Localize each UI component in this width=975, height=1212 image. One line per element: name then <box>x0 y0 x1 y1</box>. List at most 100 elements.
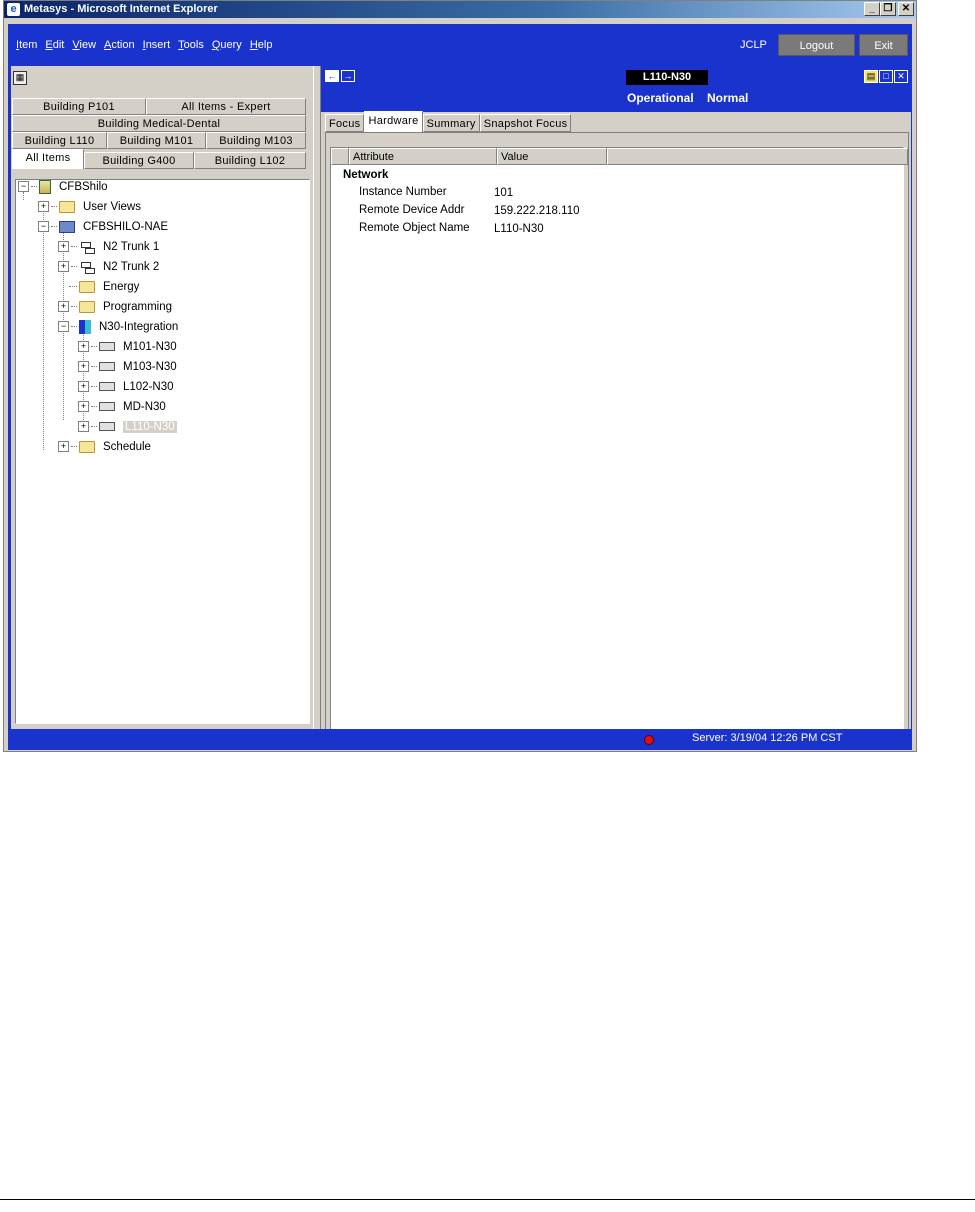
close-panel-icon[interactable]: ✕ <box>894 70 908 83</box>
attribute-label: Remote Object Name <box>359 222 470 234</box>
attribute-value[interactable]: 159.222.218.110 <box>494 203 579 219</box>
tree-node-m103-n30[interactable]: + M103-N30 <box>78 358 177 376</box>
grid-header-spacer <box>331 148 349 165</box>
operational-status: Operational <box>627 91 694 105</box>
bottom-status-bar: Server: 3/19/04 12:26 PM CST <box>8 729 912 750</box>
expand-icon[interactable]: + <box>78 361 89 373</box>
folder-icon <box>59 200 75 213</box>
object-title: L110-N30 <box>626 70 708 85</box>
display-pane: ← → L110-N30 ▤ □ ✕ Operational Normal Fo… <box>321 66 911 747</box>
menu-item-query[interactable]: Query <box>212 39 242 51</box>
close-button[interactable]: ✕ <box>898 2 914 16</box>
nav-tab-row-3: Building L110 Building M101 Building M10… <box>12 132 306 149</box>
tab-hardware[interactable]: Hardware <box>364 111 423 132</box>
menu-item-tools[interactable]: Tools <box>178 39 204 51</box>
column-header-value[interactable]: Value <box>497 148 607 165</box>
attribute-label: Instance Number <box>359 186 447 198</box>
collapse-icon[interactable]: − <box>18 181 29 193</box>
tree-node-l102-n30[interactable]: + L102-N30 <box>78 378 174 396</box>
tree-node-user-views[interactable]: + User Views <box>38 198 141 216</box>
tab-building-g400[interactable]: Building G400 <box>84 152 194 169</box>
lock-panel-icon[interactable]: ▤ <box>864 70 878 83</box>
back-arrow-icon[interactable]: ← <box>325 70 339 82</box>
expand-icon[interactable]: + <box>58 301 69 313</box>
exit-button[interactable]: Exit <box>859 34 908 56</box>
object-status-bar: Operational Normal <box>321 88 911 112</box>
tree-node-programming[interactable]: + Programming <box>58 298 172 316</box>
tab-all-items-expert[interactable]: All Items - Expert <box>146 98 306 115</box>
collapse-icon[interactable]: − <box>38 221 49 233</box>
menu-item-edit[interactable]: Edit <box>45 39 64 51</box>
tab-building-m103[interactable]: Building M103 <box>206 132 306 149</box>
tree-connector <box>43 210 44 450</box>
pane-splitter[interactable] <box>313 66 321 729</box>
expand-icon[interactable]: + <box>58 241 69 253</box>
tab-building-l110[interactable]: Building L110 <box>12 132 107 149</box>
minimize-button[interactable]: _ <box>864 2 880 16</box>
controller-icon <box>99 362 115 372</box>
column-header-attribute[interactable]: Attribute <box>349 148 497 165</box>
network-trunk-icon <box>79 241 95 254</box>
window-titlebar[interactable]: e Metasys - Microsoft Internet Explorer … <box>4 1 916 18</box>
menu-bar: Item Edit View Action Insert Tools Query… <box>8 24 912 64</box>
tab-building-l102[interactable]: Building L102 <box>194 152 306 169</box>
building-icon <box>39 179 51 194</box>
menu-item-item[interactable]: Item <box>16 39 37 51</box>
object-tree: − CFBShilo + User Views − CFBSHILO-NAE + N2 … <box>15 179 310 724</box>
expand-icon[interactable]: + <box>78 341 89 353</box>
grid-header: Attribute Value <box>331 148 908 165</box>
tree-node-n30-integration[interactable]: − N30-Integration <box>58 318 178 336</box>
display-tabs: Focus Hardware Summary Snapshot Focus <box>325 111 572 132</box>
expand-icon[interactable]: + <box>78 421 89 433</box>
expand-icon[interactable]: + <box>58 441 69 453</box>
menu-item-action[interactable]: Action <box>104 39 135 51</box>
expand-icon[interactable]: + <box>78 381 89 393</box>
restore-button[interactable]: ❐ <box>880 2 896 16</box>
expand-icon[interactable]: + <box>78 401 89 413</box>
tab-building-p101[interactable]: Building P101 <box>12 98 146 115</box>
maximize-panel-icon[interactable]: □ <box>879 70 893 83</box>
attribute-value[interactable]: 101 <box>494 185 513 201</box>
tree-node-l110-n30-selected[interactable]: + L110-N30 <box>78 418 177 436</box>
menu-item-view[interactable]: View <box>72 39 96 51</box>
navigation-pane: ▦ Building P101 All Items - Expert Build… <box>11 66 313 729</box>
expand-icon[interactable]: + <box>58 261 69 273</box>
grid-header-fill <box>607 148 908 165</box>
forward-arrow-icon[interactable]: → <box>341 70 355 82</box>
collapse-icon[interactable]: − <box>58 321 69 333</box>
tree-node-root[interactable]: − CFBShilo <box>18 178 108 196</box>
menu-item-insert[interactable]: Insert <box>143 39 171 51</box>
menu-item-help[interactable]: Help <box>250 39 273 51</box>
metasys-app: Item Edit View Action Insert Tools Query… <box>8 24 912 750</box>
window-title: Metasys - Microsoft Internet Explorer <box>24 3 218 15</box>
tab-focus[interactable]: Focus <box>325 114 365 132</box>
tab-content: Attribute Value Network Instance Number … <box>325 132 909 747</box>
folder-icon <box>79 280 95 293</box>
attribute-value[interactable]: L110-N30 <box>494 221 544 237</box>
tree-node-nae[interactable]: − CFBSHILO-NAE <box>38 218 168 236</box>
alarm-indicator-icon[interactable] <box>644 735 654 745</box>
tab-building-m101[interactable]: Building M101 <box>107 132 206 149</box>
expand-icon[interactable]: + <box>38 201 49 213</box>
tree-node-m101-n30[interactable]: + M101-N30 <box>78 338 177 356</box>
tab-summary[interactable]: Summary <box>422 114 480 132</box>
folder-icon <box>79 300 95 313</box>
controller-icon <box>99 422 115 432</box>
controller-icon <box>99 402 115 412</box>
tab-snapshot-focus[interactable]: Snapshot Focus <box>479 114 572 132</box>
tab-all-items[interactable]: All Items <box>12 149 84 169</box>
section-network: Network <box>343 169 389 181</box>
network-trunk-icon <box>79 261 95 274</box>
nae-device-icon <box>59 220 75 233</box>
tree-node-n2-trunk-1[interactable]: + N2 Trunk 1 <box>58 238 159 256</box>
navigation-view-icon[interactable]: ▦ <box>13 71 27 85</box>
folder-icon <box>79 440 95 453</box>
logout-button[interactable]: Logout <box>778 34 855 56</box>
tree-node-energy[interactable]: Energy <box>69 278 139 296</box>
nav-tab-row-2: Building Medical-Dental <box>12 115 306 132</box>
integration-icon <box>79 319 91 334</box>
tree-node-schedule[interactable]: + Schedule <box>58 438 151 456</box>
tree-node-md-n30[interactable]: + MD-N30 <box>78 398 166 416</box>
tree-node-n2-trunk-2[interactable]: + N2 Trunk 2 <box>58 258 159 276</box>
tab-building-medical-dental[interactable]: Building Medical-Dental <box>12 115 306 132</box>
